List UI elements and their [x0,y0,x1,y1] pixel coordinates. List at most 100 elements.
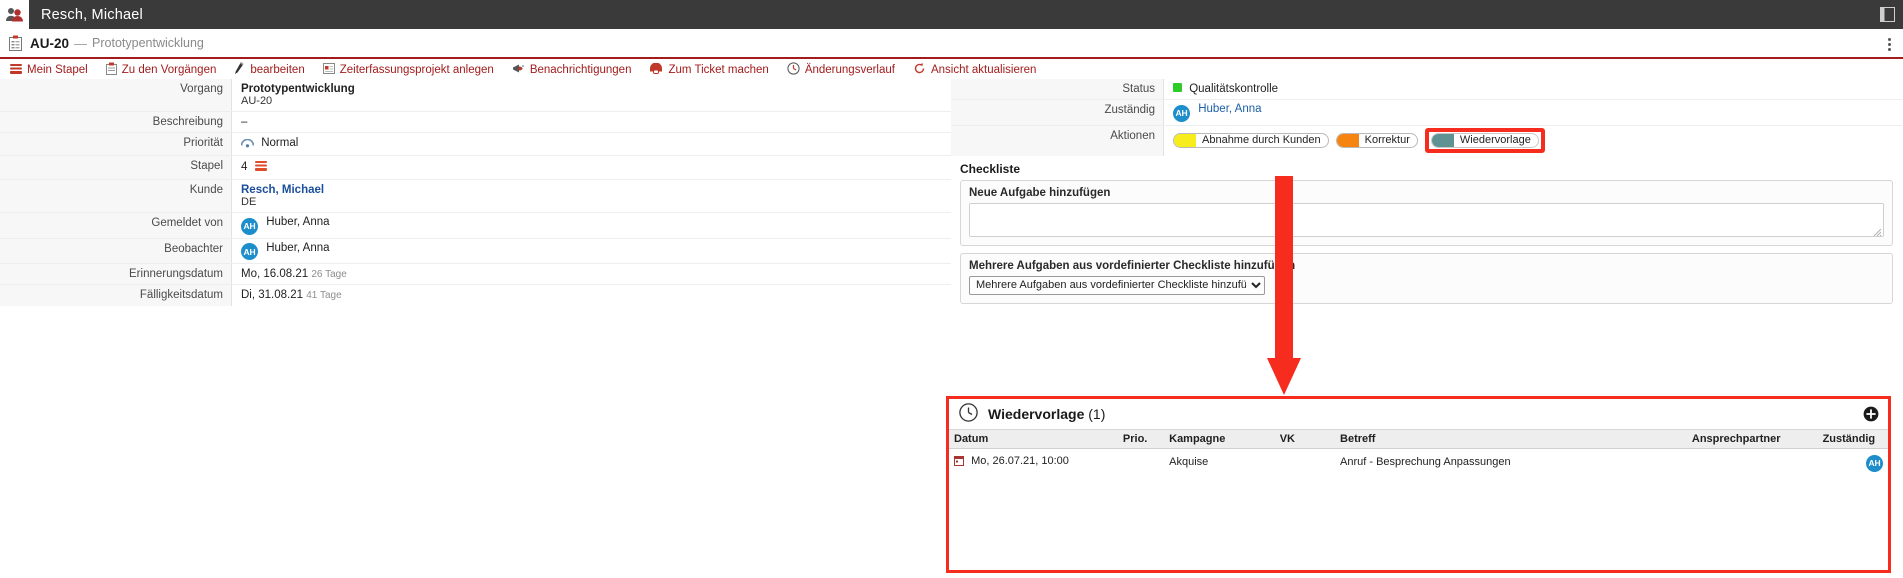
clipboard-icon [105,62,117,78]
panel-toggle-icon[interactable] [1880,0,1895,29]
stack-icon [254,160,267,175]
megaphone-icon [512,63,525,78]
detail-content: Vorgang Prototypentwicklung AU-20 Beschr… [0,79,1903,306]
field-row-gemeldet-von: Gemeldet von AH Huber, Anna [0,213,951,239]
action-toolbar: Mein Stapel Zu den Vorgängen bearbeiten … [0,59,1903,79]
status-badge [1173,83,1182,92]
new-task-input-wrapper [969,202,1884,237]
toolbar-label: Mein Stapel [27,64,88,76]
red-arrow-annotation [1267,176,1301,396]
field-value: Qualitätskontrolle [1164,79,1902,99]
column-header-betreff[interactable]: Betreff [1335,429,1687,449]
toolbar-label: Änderungsverlauf [804,64,895,76]
toolbar-item-zeiterfassungsprojekt-anlegen[interactable]: Zeiterfassungsprojekt anlegen [322,62,494,78]
field-value: AH Huber, Anna [1164,100,1902,125]
cell-datum: Mo, 26.07.21, 10:00 [949,449,1118,476]
time-project-icon [322,62,335,78]
color-swatch [1336,133,1359,147]
field-label: Zuständig [951,100,1164,125]
checkliste-heading: Checkliste [960,161,1021,176]
field-label: Status [951,79,1164,99]
avatar: AH [1173,104,1190,122]
toolbar-label: Benachrichtigungen [529,64,632,76]
field-value: AH Huber, Anna [232,239,951,264]
new-task-input[interactable] [970,203,1883,236]
field-value: Prototypentwicklung AU-20 [232,79,951,111]
wiedervorlage-count: (1) [1088,406,1106,422]
erinnerungsdatum-value: Mo, 16.08.21 [241,268,309,280]
field-value: Abnahme durch Kunden Korrektur Wiedervor… [1164,126,1902,156]
stapel-count: 4 [241,161,248,173]
column-header-zustaendig[interactable]: Zuständig [1817,429,1888,449]
avatar: AH [241,217,258,235]
cell-betreff: Anruf - Besprechung Anpassungen [1340,456,1511,469]
refresh-icon [913,62,926,78]
status-label: Qualitätskontrolle [1189,83,1279,95]
ticket-icon [649,62,663,77]
resize-grip-icon[interactable] [1873,226,1882,236]
toolbar-label: Zu den Vorgängen [121,64,217,76]
avatar: AH [1866,454,1883,472]
priority-normal-icon [240,138,255,151]
toolbar-label: Ansicht aktualisieren [930,64,1037,76]
field-label: Stapel [0,156,232,179]
cell-ansprechpartner [1687,449,1818,476]
plus-circle-icon[interactable] [1863,406,1879,425]
breadcrumb-key[interactable]: AU-20 [30,36,69,51]
cell-vk [1275,449,1335,476]
action-button-abnahme-durch-kunden[interactable]: Abnahme durch Kunden [1173,132,1329,148]
clock-icon [959,403,978,425]
faelligkeitsdatum-value: Di, 31.08.21 [241,289,304,301]
kunde-link[interactable]: Resch, Michael [241,184,324,196]
toolbar-item-ansicht-aktualisieren[interactable]: Ansicht aktualisieren [913,62,1036,78]
cell-prio [1118,449,1164,476]
column-header-ansprechpartner[interactable]: Ansprechpartner [1686,429,1818,449]
stack-icon [10,63,22,78]
predefined-checklist-select[interactable]: Mehrere Aufgaben aus vordefinierter Chec… [969,275,1265,295]
toolbar-item-zum-ticket-machen[interactable]: Zum Ticket machen [649,62,769,77]
avatar: AH [241,243,258,260]
toolbar-item-aenderungsverlauf[interactable]: Änderungsverlauf [787,62,895,78]
wiedervorlage-table: Datum Prio. Kampagne VK Betreff Ansprech… [949,429,1888,476]
field-row-zustaendig: Zuständig AH Huber, Anna [951,100,1902,126]
action-label: Wiedervorlage [1459,133,1531,146]
toolbar-item-zu-den-vorgaengen[interactable]: Zu den Vorgängen [105,62,217,78]
predefined-task-label: Mehrere Aufgaben aus vordefinierter Chec… [969,259,1296,272]
right-detail-column: Status Qualitätskontrolle Zuständig AH H… [951,79,1902,306]
action-button-korrektur[interactable]: Korrektur [1335,132,1418,148]
cell-kampagne: Akquise [1169,456,1209,469]
vorgang-name: Prototypentwicklung [241,83,355,95]
zustaendig-link[interactable]: Huber, Anna [1198,103,1261,115]
field-label: Gemeldet von [0,213,232,238]
field-row-vorgang: Vorgang Prototypentwicklung AU-20 [0,79,951,112]
column-header-vk[interactable]: VK [1274,429,1336,449]
field-value: Mo, 16.08.21 26 Tage [232,264,951,284]
field-value: Normal [232,133,951,155]
toolbar-item-benachrichtigungen[interactable]: Benachrichtigungen [512,63,632,78]
kunde-country: DE [241,196,257,208]
action-button-wiedervorlage[interactable]: Wiedervorlage [1430,132,1539,148]
toolbar-label: Zeiterfassungsprojekt anlegen [339,64,494,76]
column-header-datum[interactable]: Datum [949,429,1118,449]
action-label: Korrektur [1364,133,1410,146]
breadcrumb-separator: — [74,35,88,51]
predefined-task-box: Mehrere Aufgaben aus vordefinierter Chec… [960,252,1893,304]
column-header-prio[interactable]: Prio. [1117,429,1165,449]
field-label: Beobachter [0,238,232,263]
toolbar-item-mein-stapel[interactable]: Mein Stapel [10,63,88,78]
kebab-menu-icon[interactable] [1888,29,1891,59]
table-row[interactable]: Mo, 26.07.21, 10:00 Akquise Anruf - Besp… [949,448,1888,476]
users-icon [0,0,29,29]
priority-label: Normal [261,137,299,149]
field-label: Vorgang [0,79,232,111]
toolbar-item-bearbeiten[interactable]: bearbeiten [234,62,305,78]
field-label: Priorität [0,133,232,155]
breadcrumb: AU-20 — Prototypentwicklung [0,29,1903,59]
column-header-kampagne[interactable]: Kampagne [1164,429,1275,449]
calendar-icon [954,455,964,469]
wiedervorlage-title-wrap: Wiedervorlage (1) [988,406,1105,422]
vorgang-key: AU-20 [241,95,273,107]
field-label: Kunde [0,180,232,212]
field-row-status: Status Qualitätskontrolle [951,79,1902,100]
action-label: Abnahme durch Kunden [1202,133,1321,146]
